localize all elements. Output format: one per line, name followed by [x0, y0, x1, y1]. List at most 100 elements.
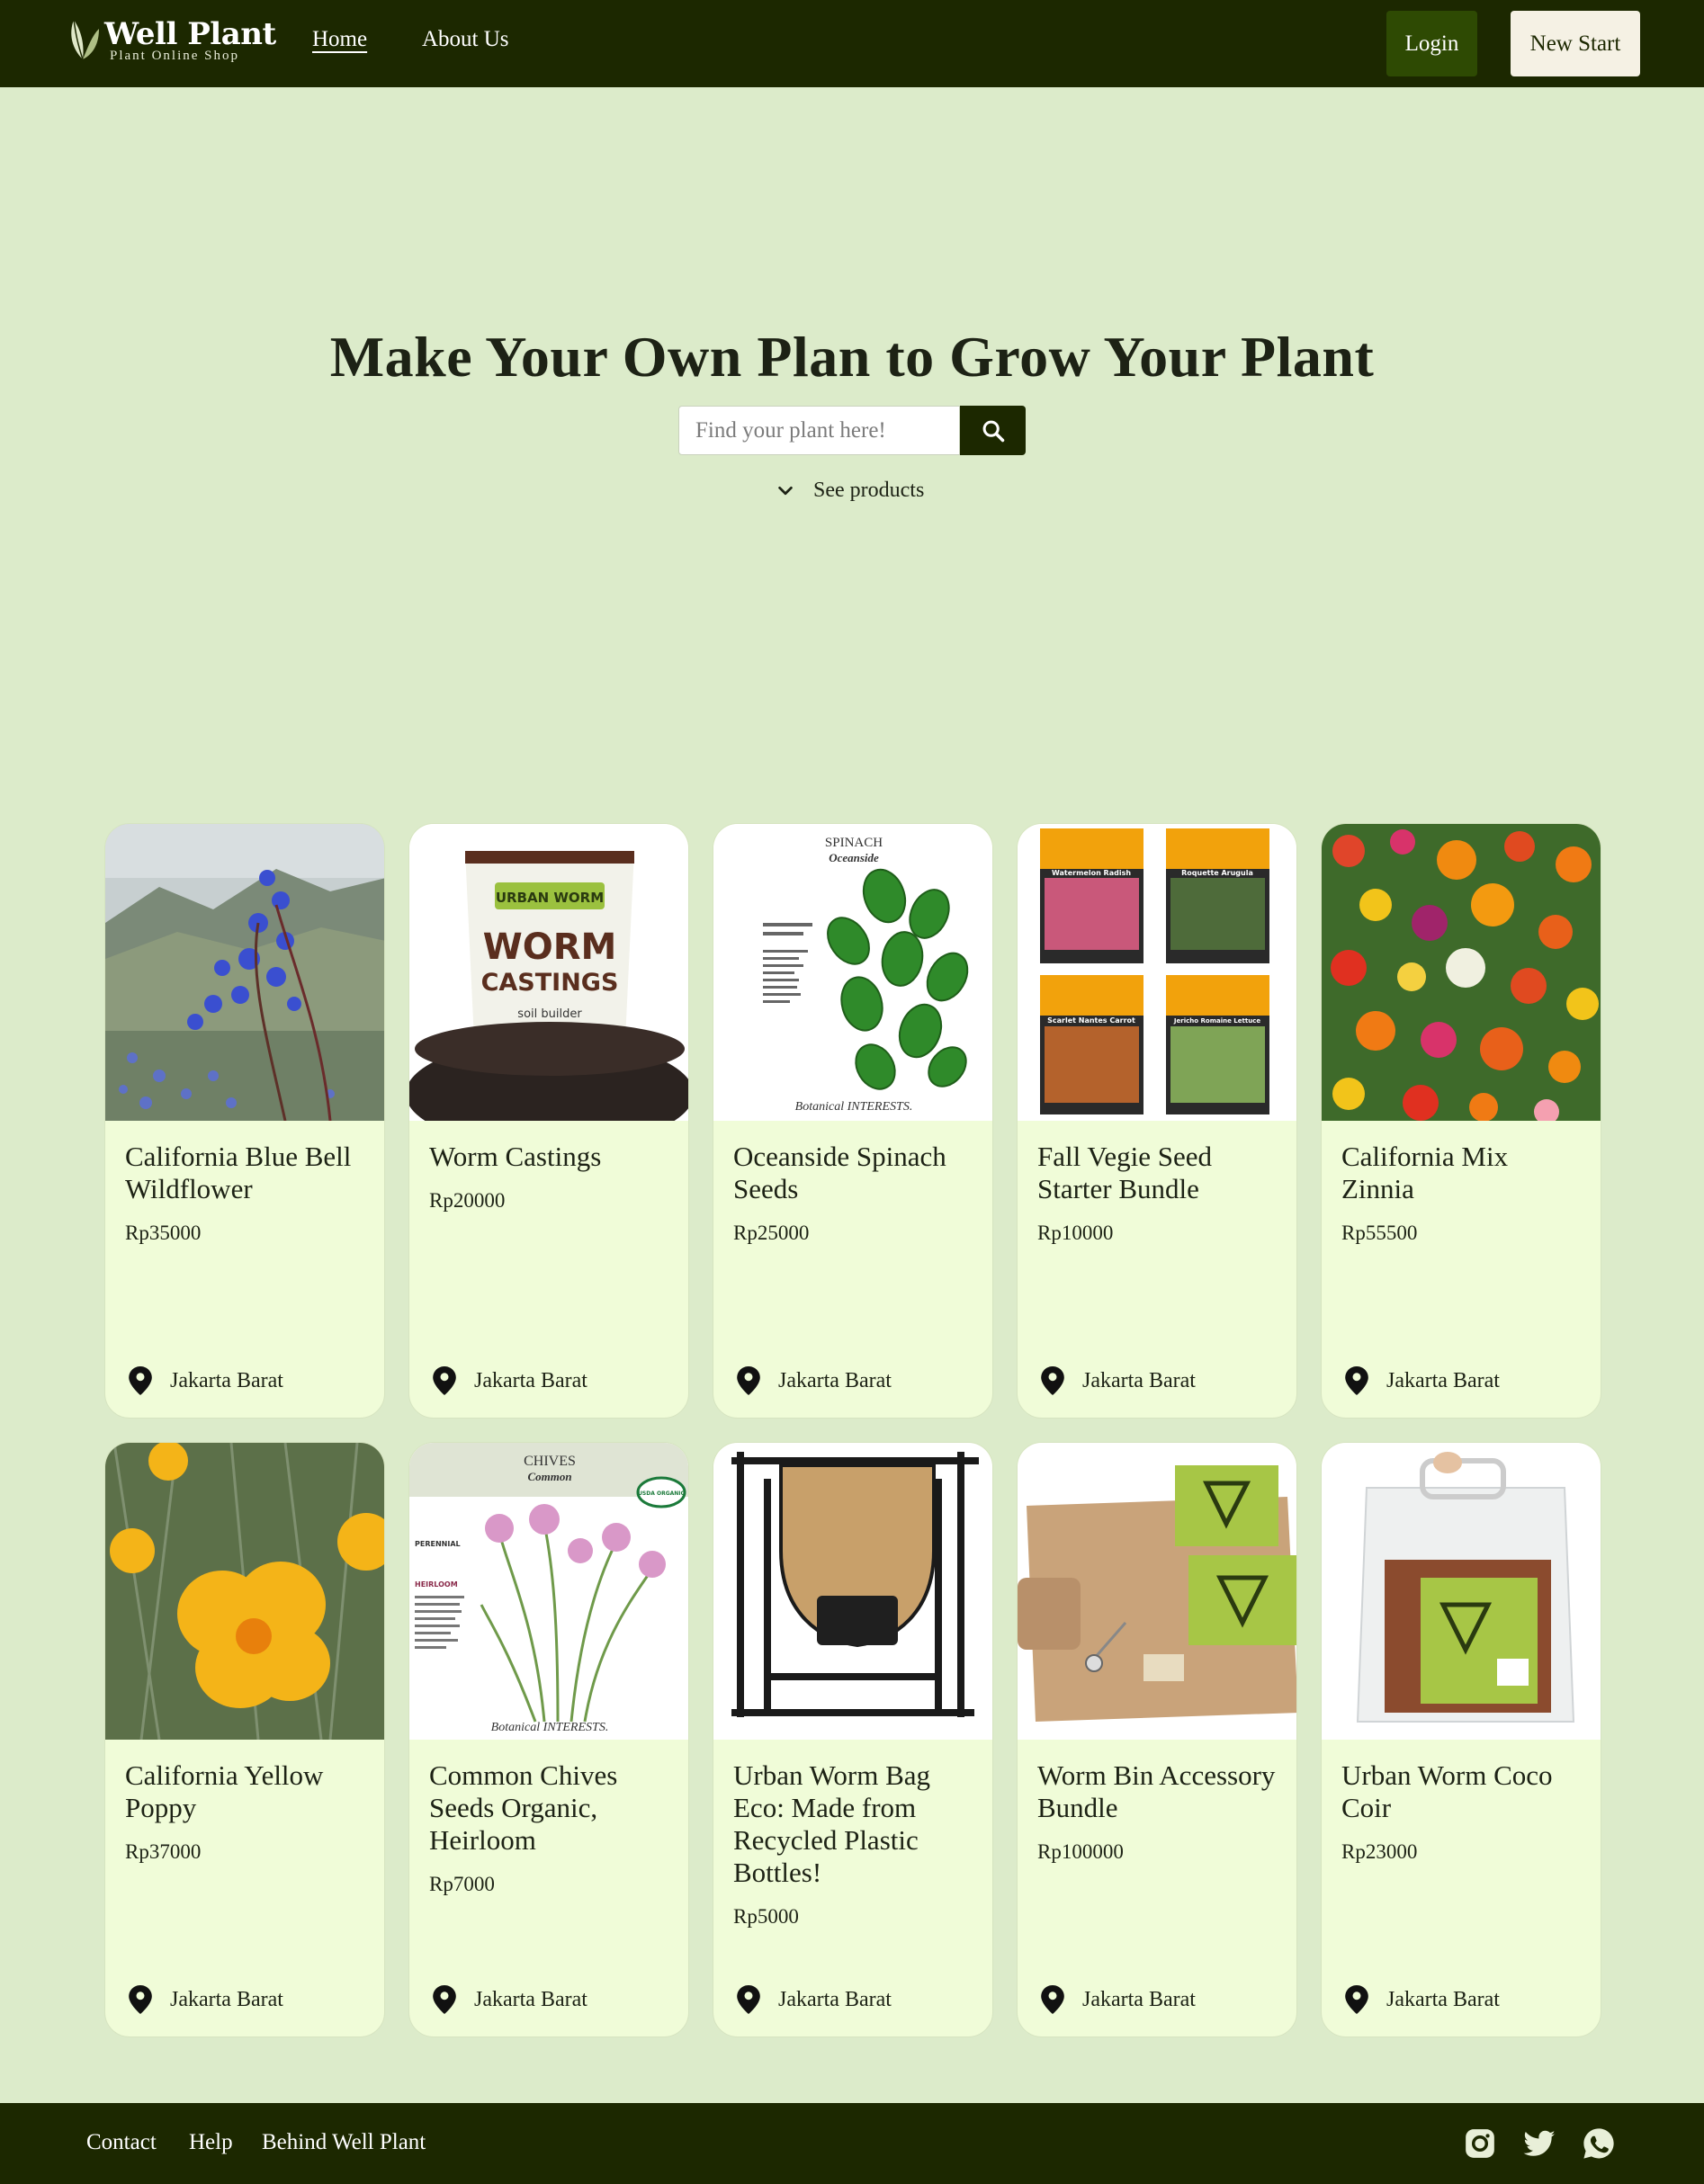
product-image-poppy: [105, 1443, 384, 1740]
product-name[interactable]: Oceanside Spinach Seeds: [733, 1141, 973, 1205]
location-pin-icon: [433, 1985, 456, 2014]
whatsapp-icon[interactable]: [1582, 2126, 1616, 2161]
product-location: Jakarta Barat: [433, 1985, 587, 2014]
chevron-down-icon: [778, 486, 793, 495]
location-pin-icon: [737, 1985, 760, 2014]
product-image-spinach: SPINACH Oceanside Botanical INTERESTS.: [713, 824, 992, 1121]
product-price: Rp100000: [1037, 1840, 1124, 1863]
location-label: Jakarta Barat: [1082, 1368, 1196, 1392]
product-card[interactable]: SPINACH Oceanside Botanical INTERESTS. O…: [713, 823, 993, 1419]
product-location: Jakarta Barat: [1345, 1985, 1500, 2014]
product-location: Jakarta Barat: [1345, 1366, 1500, 1395]
product-price: Rp23000: [1341, 1840, 1418, 1863]
login-button[interactable]: Login: [1386, 11, 1477, 76]
spinach-pack-name: Oceanside: [829, 851, 879, 864]
chives-pack-name: Common: [527, 1470, 571, 1483]
search-icon: [982, 420, 1004, 442]
nav-link-home[interactable]: Home: [312, 27, 367, 52]
twitter-icon[interactable]: [1522, 2126, 1556, 2161]
spinach-pack-brand: Botanical INTERESTS.: [795, 1100, 913, 1114]
product-card[interactable]: Urban Worm Coco Coir Rp23000 Jakarta Bar…: [1321, 1442, 1601, 2037]
product-location: Jakarta Barat: [737, 1985, 892, 2014]
location-pin-icon: [129, 1366, 152, 1395]
product-price: Rp5000: [733, 1905, 799, 1928]
spinach-pack-head: SPINACH: [825, 836, 883, 850]
hero-title: Make Your Own Plan to Grow Your Plant: [329, 325, 1375, 389]
location-pin-icon: [1345, 1366, 1368, 1395]
search-input[interactable]: [678, 406, 960, 455]
location-label: Jakarta Barat: [474, 1987, 587, 2011]
product-price: Rp35000: [125, 1222, 202, 1244]
location-label: Jakarta Barat: [1082, 1987, 1196, 2011]
location-pin-icon: [129, 1985, 152, 2014]
worm-bag-title: WORM: [483, 926, 617, 968]
chives-pack-head: CHIVES: [524, 1454, 576, 1469]
location-label: Jakarta Barat: [474, 1368, 587, 1392]
see-products-link[interactable]: See products: [776, 479, 924, 503]
location-pin-icon: [1345, 1985, 1368, 2014]
worm-bag-brand: URBAN WORM: [496, 890, 604, 906]
new-start-button[interactable]: New Start: [1511, 11, 1640, 76]
product-price: Rp20000: [429, 1189, 506, 1212]
product-card[interactable]: California Blue Bell Wildflower Rp35000 …: [104, 823, 385, 1419]
brand-tagline: Plant Online Shop: [110, 49, 240, 63]
location-pin-icon: [737, 1366, 760, 1395]
brand-logo[interactable]: Well Plant Plant Online Shop: [65, 16, 276, 64]
product-image-worm-bin-bundle: [1018, 1443, 1296, 1740]
chives-organic-badge: USDA ORGANIC: [638, 1490, 685, 1497]
seed-pack-label-1: Watermelon Radish: [1052, 869, 1131, 877]
product-card[interactable]: Worm Bin Accessory Bundle Rp100000 Jakar…: [1017, 1442, 1297, 2037]
product-name[interactable]: Urban Worm Bag Eco: Made from Recycled P…: [733, 1759, 973, 1889]
product-location: Jakarta Barat: [1041, 1985, 1196, 2014]
instagram-icon[interactable]: [1463, 2126, 1497, 2161]
product-card[interactable]: URBAN WORM WORM CASTINGS soil builder Wo…: [408, 823, 689, 1419]
product-name[interactable]: California Mix Zinnia: [1341, 1141, 1581, 1205]
product-location: Jakarta Barat: [129, 1985, 283, 2014]
product-image-worm-castings: URBAN WORM WORM CASTINGS soil builder: [409, 824, 688, 1121]
product-price: Rp55500: [1341, 1222, 1418, 1244]
location-pin-icon: [1041, 1985, 1064, 2014]
location-label: Jakarta Barat: [778, 1368, 892, 1392]
product-image-zinnia: [1322, 824, 1601, 1121]
product-image-chives: CHIVES Common USDA ORGANIC PERENNIAL HEI…: [409, 1443, 688, 1740]
see-products-label: See products: [813, 479, 925, 502]
product-price: Rp10000: [1037, 1222, 1114, 1244]
leaf-icon: [71, 19, 99, 60]
nav-link-about[interactable]: About Us: [422, 27, 509, 52]
product-name[interactable]: California Yellow Poppy: [125, 1759, 364, 1824]
product-card[interactable]: Urban Worm Bag Eco: Made from Recycled P…: [713, 1442, 993, 2037]
product-name[interactable]: Urban Worm Coco Coir: [1341, 1759, 1581, 1824]
chives-note-heirloom: HEIRLOOM: [415, 1580, 458, 1589]
seed-pack-label-3: Scarlet Nantes Carrot: [1047, 1016, 1135, 1025]
footer-link-help[interactable]: Help: [189, 2130, 233, 2155]
product-price: Rp25000: [733, 1222, 810, 1244]
product-name[interactable]: Worm Castings: [429, 1141, 668, 1173]
product-image-seed-bundle: Watermelon Radish Roquette Arugula Scarl…: [1018, 824, 1296, 1121]
worm-bag-sub: soil builder: [517, 1007, 582, 1021]
location-label: Jakarta Barat: [170, 1987, 283, 2011]
product-card[interactable]: Watermelon Radish Roquette Arugula Scarl…: [1017, 823, 1297, 1419]
product-name[interactable]: Fall Vegie Seed Starter Bundle: [1037, 1141, 1277, 1205]
product-name[interactable]: Worm Bin Accessory Bundle: [1037, 1759, 1277, 1824]
product-card[interactable]: California Yellow Poppy Rp37000 Jakarta …: [104, 1442, 385, 2037]
location-pin-icon: [1041, 1366, 1064, 1395]
search-bar: [678, 406, 1026, 455]
footer-link-behind[interactable]: Behind Well Plant: [262, 2130, 426, 2155]
brand-name: Well Plant: [104, 16, 276, 52]
product-name[interactable]: California Blue Bell Wildflower: [125, 1141, 364, 1205]
navbar: Well Plant Plant Online Shop Home About …: [0, 0, 1704, 87]
search-button[interactable]: [960, 406, 1026, 455]
product-card[interactable]: California Mix Zinnia Rp55500 Jakarta Ba…: [1321, 823, 1601, 1419]
product-location: Jakarta Barat: [737, 1366, 892, 1395]
footer-link-contact[interactable]: Contact: [86, 2130, 157, 2155]
chives-pack-brand: Botanical INTERESTS.: [491, 1721, 609, 1734]
seed-pack-label-4: Jericho Romaine Lettuce: [1173, 1017, 1260, 1025]
location-pin-icon: [433, 1366, 456, 1395]
product-card[interactable]: CHIVES Common USDA ORGANIC PERENNIAL HEI…: [408, 1442, 689, 2037]
seed-pack-label-2: Roquette Arugula: [1181, 869, 1253, 877]
product-location: Jakarta Barat: [129, 1366, 283, 1395]
product-name[interactable]: Common Chives Seeds Organic, Heirloom: [429, 1759, 668, 1857]
product-image-coco-coir: [1322, 1443, 1601, 1740]
product-image-bluebell: [105, 824, 384, 1121]
chives-note-perennial: PERENNIAL: [415, 1540, 461, 1548]
